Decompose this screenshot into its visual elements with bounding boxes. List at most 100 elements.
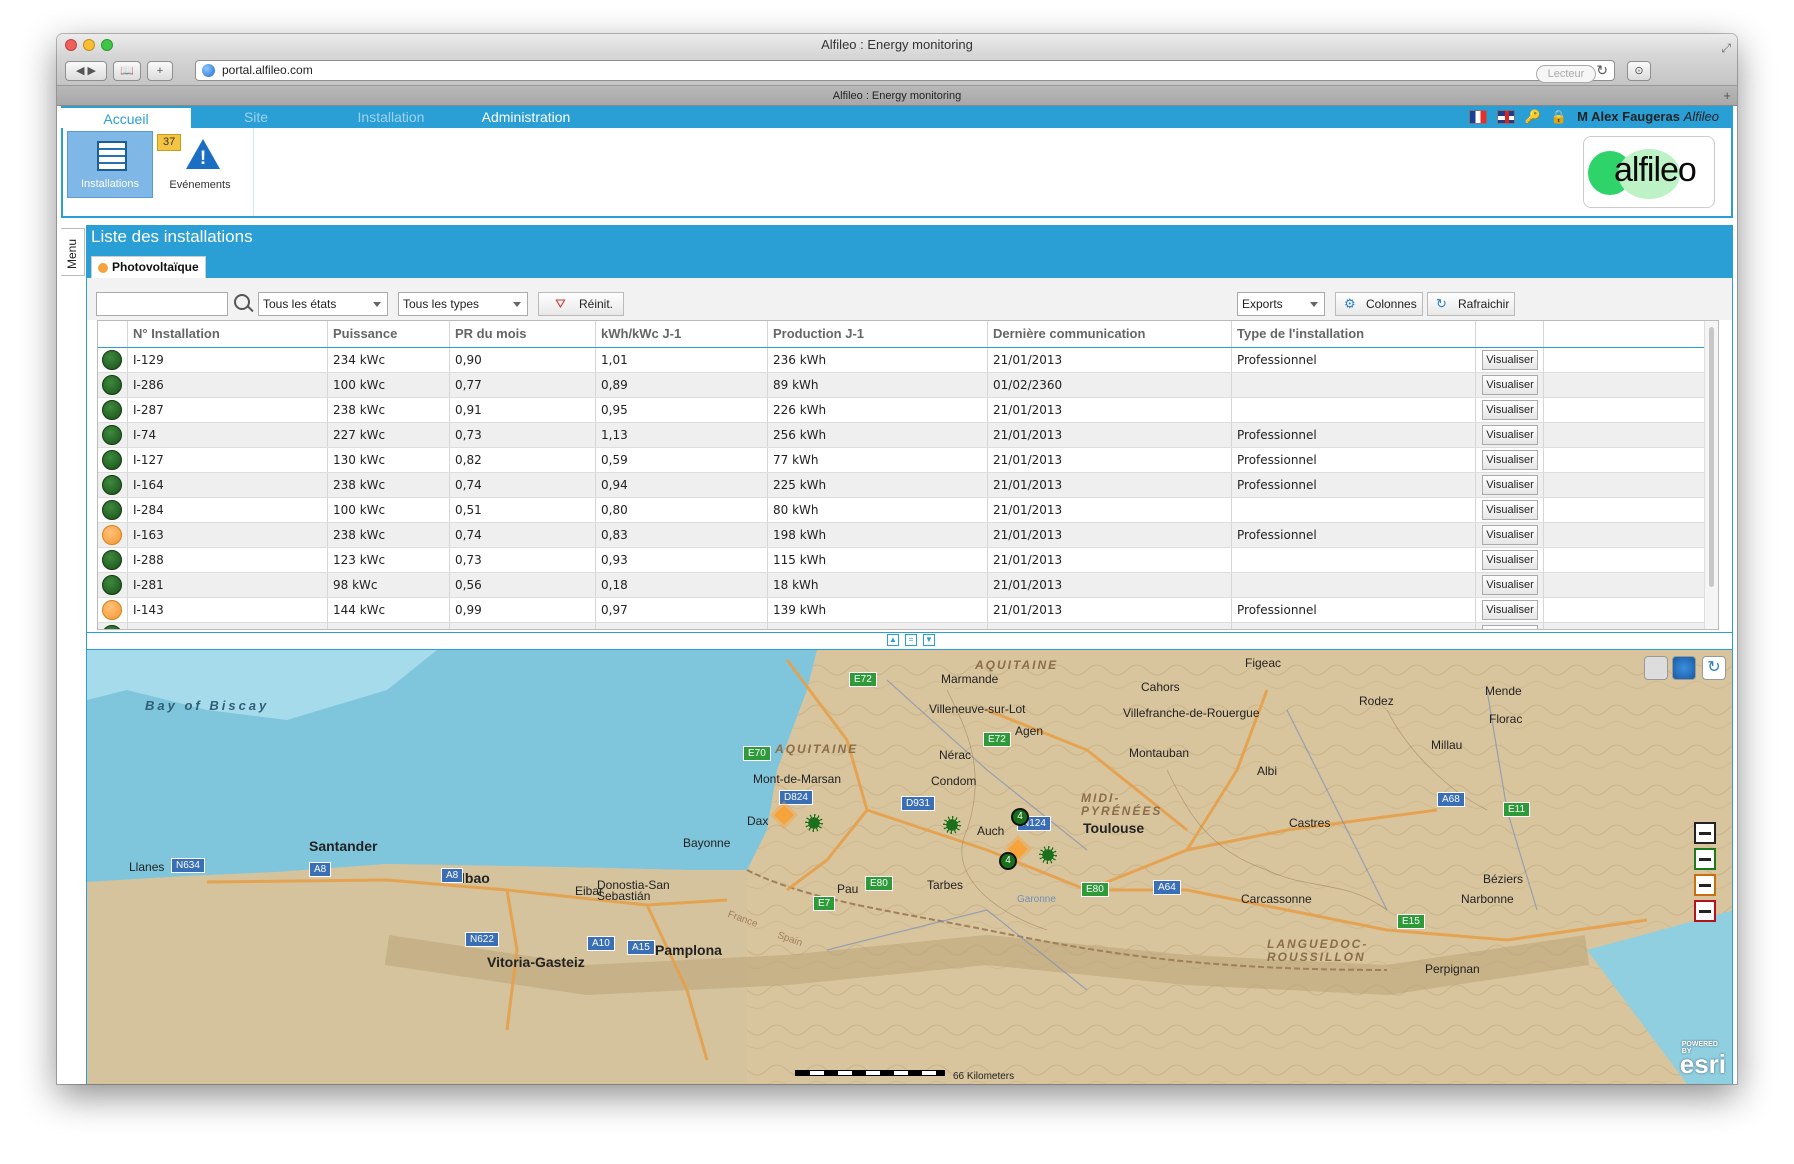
visualize-button[interactable]: Visualiser: [1482, 500, 1538, 520]
col-header[interactable]: kWh/kWc J-1: [596, 321, 768, 347]
table-row[interactable]: I-163 238 kWc 0,74 0,83 198 kWh 21/01/2013 Pro…: [98, 523, 1704, 548]
search-icon[interactable]: [234, 294, 250, 310]
table-row[interactable]: I-74 227 kWc 0,73 1,13 256 kWh 21/01/2013 Prof…: [98, 423, 1704, 448]
map-label: Pamplona: [655, 942, 722, 958]
reload-icon[interactable]: ↻: [1596, 61, 1608, 80]
col-header[interactable]: Type de l'installation: [1232, 321, 1476, 347]
globe-view-icon[interactable]: [1672, 656, 1696, 680]
visualize-button[interactable]: Visualiser: [1482, 375, 1538, 395]
table-scrollbar[interactable]: [1704, 321, 1718, 629]
status-indicator-icon: [102, 500, 122, 520]
add-bookmark-button[interactable]: +: [147, 61, 173, 81]
table-row[interactable]: I-164 238 kWc 0,74 0,94 225 kWh 21/01/2013 Pro…: [98, 473, 1704, 498]
cell-id: I-163: [128, 523, 328, 547]
table-row[interactable]: I-284 100 kWc 0,51 0,80 80 kWh 21/01/2013 Visu…: [98, 498, 1704, 523]
tab-administration[interactable]: Administration: [461, 106, 591, 128]
events-button[interactable]: 37 ! Evénements: [157, 131, 243, 198]
reset-button[interactable]: ⛛ Réinit.: [538, 292, 624, 316]
chevron-down-icon: [513, 302, 521, 307]
col-header[interactable]: N° Installation: [128, 321, 328, 347]
restore-split-icon[interactable]: =: [905, 634, 917, 646]
side-menu-toggle[interactable]: Menu: [61, 228, 85, 276]
col-header[interactable]: Production J-1: [768, 321, 988, 347]
legend-warning-icon[interactable]: [1694, 874, 1716, 896]
cell-prod: 225 kWh: [768, 473, 988, 497]
table-row[interactable]: I-127 130 kWc 0,82 0,59 77 kWh 21/01/2013 Prof…: [98, 448, 1704, 473]
cell-id: I-127: [128, 448, 328, 472]
visualize-button[interactable]: Visualiser: [1482, 425, 1538, 445]
visualize-button[interactable]: Visualiser: [1482, 450, 1538, 470]
minimize-window-button[interactable]: [83, 39, 95, 51]
cell-last: 21/01/2013: [988, 448, 1232, 472]
map-label: Villefranche-de-Rouergue: [1123, 706, 1260, 720]
cell-id: I-281: [128, 573, 328, 597]
visualize-button[interactable]: Visualiser: [1482, 625, 1538, 629]
back-forward-buttons[interactable]: ◀ ▶: [65, 61, 107, 81]
flag-fr-icon[interactable]: [1468, 110, 1487, 124]
table-row[interactable]: I-287 238 kWc 0,91 0,95 226 kWh 21/01/2013 Vis…: [98, 398, 1704, 423]
cell-pr: 0,82: [450, 448, 596, 472]
installation-marker-ok[interactable]: [1039, 846, 1057, 864]
installation-marker-ok[interactable]: [805, 814, 823, 832]
map-label: MIDI- PYRÉNÉES: [1081, 791, 1163, 818]
search-input[interactable]: [96, 292, 228, 316]
visualize-button[interactable]: Visualiser: [1482, 350, 1538, 370]
map-splitter[interactable]: ▲ = ▼: [87, 632, 1732, 650]
legend-ok-icon[interactable]: [1694, 848, 1716, 870]
refresh-button[interactable]: ↻ Rafraichir: [1427, 292, 1515, 316]
visualize-button[interactable]: Visualiser: [1482, 600, 1538, 620]
reader-button[interactable]: Lecteur: [1536, 65, 1596, 83]
tab-accueil[interactable]: Accueil: [61, 106, 191, 128]
installations-button[interactable]: Installations: [67, 131, 153, 198]
installation-cluster-marker[interactable]: 4: [1011, 808, 1029, 826]
collapse-down-icon[interactable]: ▼: [923, 634, 935, 646]
tab-photovoltaique[interactable]: Photovoltaïque: [91, 256, 206, 278]
installations-map[interactable]: Bay of Biscay AQUITAINE AQUITAINE MIDI- …: [87, 650, 1732, 1084]
bookmarks-icon[interactable]: 📖: [113, 61, 141, 81]
browser-toolbar: ◀ ▶ 📖 + portal.alfileo.com Lecteur ↻ ⊙: [57, 56, 1737, 86]
visualize-button[interactable]: Visualiser: [1482, 525, 1538, 545]
table-row[interactable]: I-286 100 kWc 0,77 0,89 89 kWh 01/02/2360 Visu…: [98, 373, 1704, 398]
columns-button[interactable]: ⚙ Colonnes: [1335, 292, 1423, 316]
download-icon[interactable]: ⊙: [1627, 61, 1651, 81]
close-window-button[interactable]: [65, 39, 77, 51]
collapse-up-icon[interactable]: ▲: [887, 634, 899, 646]
table-row[interactable]: I-288 123 kWc 0,73 0,93 115 kWh 21/01/2013 Vis…: [98, 548, 1704, 573]
tab-title[interactable]: Alfileo : Energy monitoring: [833, 90, 961, 102]
visualize-button[interactable]: Visualiser: [1482, 475, 1538, 495]
cell-type: [1232, 373, 1476, 397]
installation-marker-ok[interactable]: [943, 816, 961, 834]
col-header[interactable]: Dernière communication: [988, 321, 1232, 347]
exports-select[interactable]: Exports: [1237, 292, 1325, 316]
cell-kwh: 0,89: [596, 373, 768, 397]
type-select[interactable]: Tous les types: [398, 292, 528, 316]
table-row[interactable]: I-143 144 kWc 0,99 0,97 139 kWh 21/01/2013 Pro…: [98, 598, 1704, 623]
alfileo-logo: alfileo: [1583, 136, 1715, 208]
table-row[interactable]: I-281 98 kWc 0,56 0,18 18 kWh 21/01/2013 Visua…: [98, 573, 1704, 598]
installation-cluster-marker[interactable]: 4: [999, 852, 1017, 870]
key-icon[interactable]: 🔑: [1525, 106, 1541, 128]
col-header[interactable]: Puissance: [328, 321, 450, 347]
state-select[interactable]: Tous les états: [258, 292, 388, 316]
address-bar[interactable]: portal.alfileo.com Lecteur ↻: [195, 60, 1615, 83]
visualize-button[interactable]: Visualiser: [1482, 550, 1538, 570]
table-row[interactable]: I-129 234 kWc 0,90 1,01 236 kWh 21/01/2013 Pro…: [98, 348, 1704, 373]
lock-icon[interactable]: 🔒: [1551, 106, 1567, 128]
zoom-window-button[interactable]: [101, 39, 113, 51]
tab-site[interactable]: Site: [191, 106, 321, 128]
table-row[interactable]: I-14183 kWc0,930,8772 kWh21/01/2013Profe…: [98, 623, 1704, 629]
panel-header: Liste des installations Photovoltaïque: [87, 226, 1732, 278]
map-refresh-icon[interactable]: ↻: [1702, 656, 1726, 680]
tab-installation[interactable]: Installation: [321, 106, 461, 128]
legend-error-icon[interactable]: [1694, 900, 1716, 922]
flag-uk-icon[interactable]: [1496, 110, 1515, 124]
basemap-toggle-icon[interactable]: [1644, 656, 1668, 680]
legend-toggle-icon[interactable]: [1694, 822, 1716, 844]
map-label: Nérac: [939, 748, 972, 762]
cell-type: Professionnel: [1232, 348, 1476, 372]
status-indicator-icon: [102, 400, 122, 420]
col-header[interactable]: PR du mois: [450, 321, 596, 347]
new-tab-button[interactable]: +: [1723, 86, 1731, 106]
visualize-button[interactable]: Visualiser: [1482, 575, 1538, 595]
visualize-button[interactable]: Visualiser: [1482, 400, 1538, 420]
